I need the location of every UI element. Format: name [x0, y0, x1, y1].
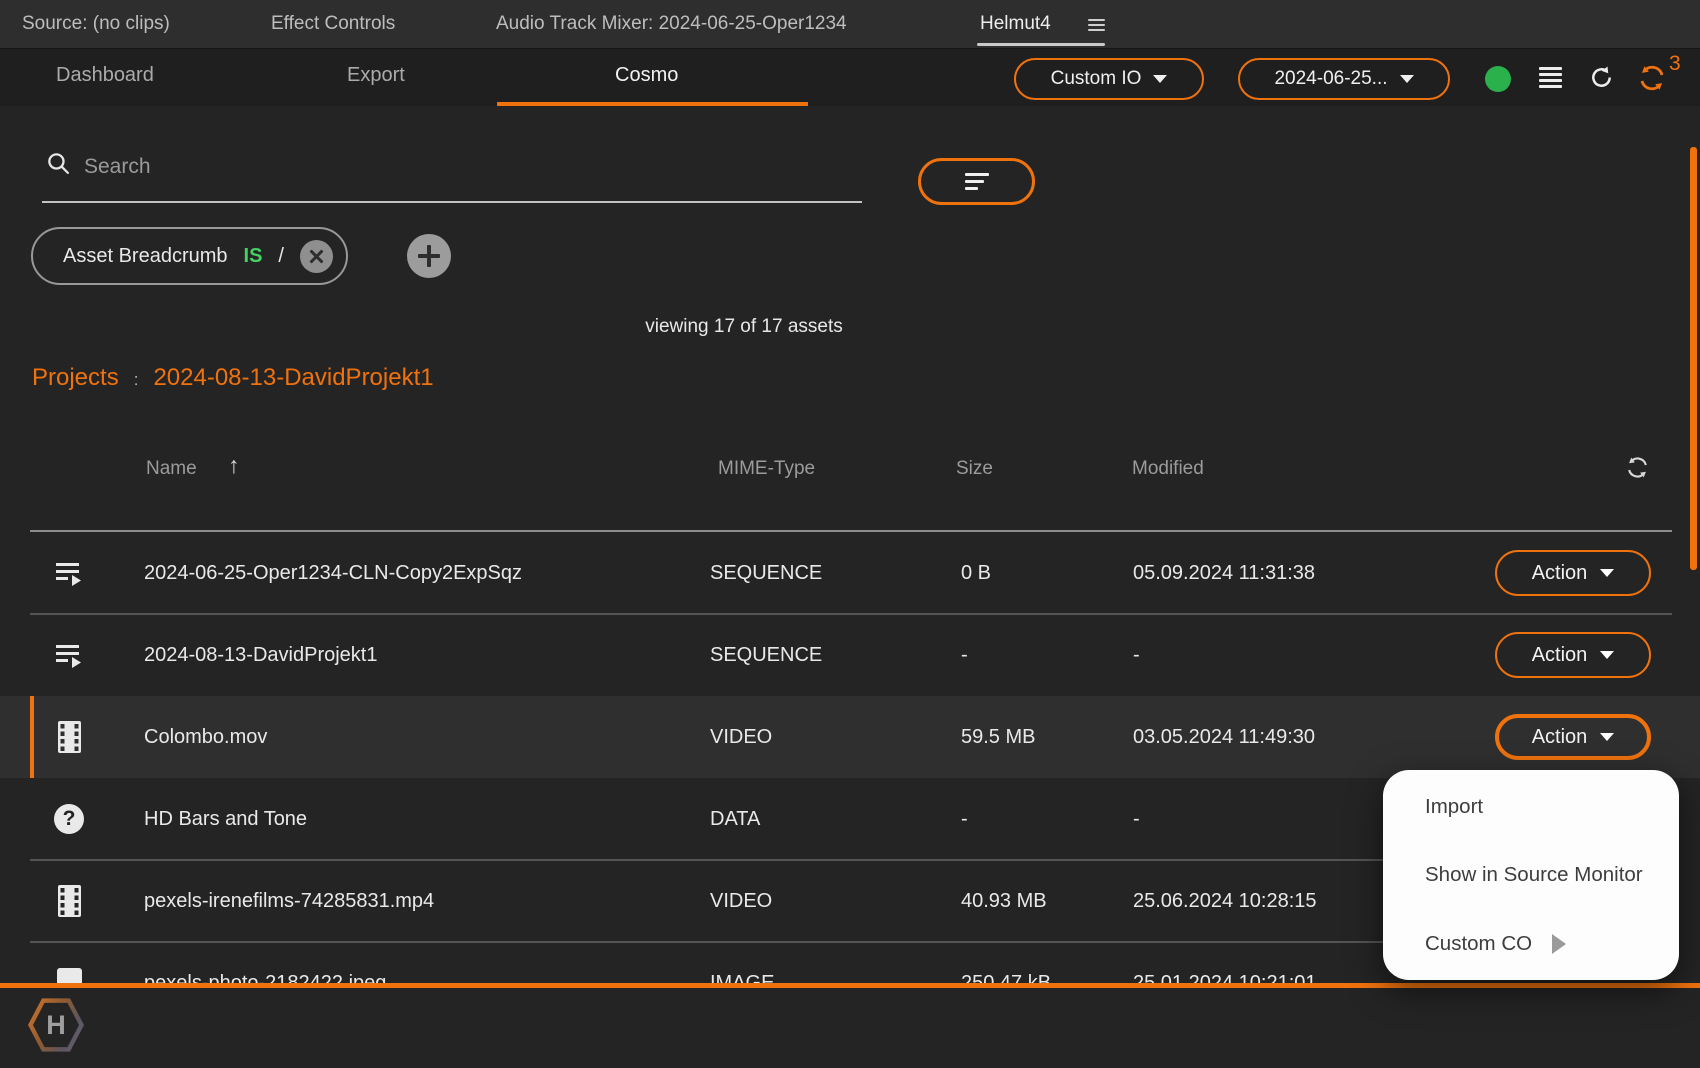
filmstrip-icon: [50, 696, 88, 778]
menu-icon[interactable]: [1539, 67, 1562, 91]
chevron-down-icon: [1600, 651, 1615, 659]
filmstrip-icon: [50, 860, 88, 942]
chip-operator-label: IS: [243, 244, 263, 267]
search-underline: [42, 201, 862, 203]
add-filter-button[interactable]: [407, 234, 451, 278]
unknown-type-icon: ?: [50, 778, 88, 860]
sequence-icon: [50, 532, 88, 614]
column-header-size[interactable]: Size: [956, 458, 993, 480]
action-dropdown-button[interactable]: Action: [1495, 632, 1651, 678]
action-dropdown-button-open[interactable]: Action: [1495, 714, 1651, 760]
menu-item-import[interactable]: Import: [1383, 775, 1679, 839]
asset-modified: 03.05.2024 11:49:30: [1133, 725, 1316, 748]
chip-remove-button[interactable]: [299, 239, 333, 273]
chip-field-label: Asset Breadcrumb: [63, 244, 228, 267]
table-row[interactable]: 2024-06-25-Oper1234-CLN-Copy2ExpSqz SEQU…: [0, 532, 1700, 614]
column-header-modified[interactable]: Modified: [1132, 458, 1204, 480]
menu-item-custom-co[interactable]: Custom CO: [1383, 912, 1679, 976]
action-label: Action: [1531, 643, 1588, 666]
menu-item-label: Custom CO: [1425, 931, 1533, 955]
breadcrumb-current-project[interactable]: 2024-08-13-DavidProjekt1: [153, 364, 433, 392]
custom-io-label: Custom IO: [1050, 68, 1142, 89]
sequence-icon: [50, 614, 88, 696]
asset-name: 2024-06-25-Oper1234-CLN-Copy2ExpSqz: [144, 561, 522, 584]
asset-modified: -: [1133, 643, 1140, 666]
search-icon: [48, 153, 70, 175]
asset-name: 2024-08-13-DavidProjekt1: [144, 643, 378, 666]
active-tab-underline: [497, 102, 808, 106]
tab-export[interactable]: Export: [347, 49, 405, 102]
chevron-down-icon: [1153, 75, 1168, 83]
chevron-down-icon: [1600, 733, 1615, 741]
asset-size: -: [961, 807, 968, 830]
asset-size: 250.47 kB: [961, 971, 1052, 984]
custom-io-dropdown[interactable]: Custom IO: [1014, 58, 1204, 100]
panel-menu-icon[interactable]: [1088, 19, 1105, 34]
sync-icon[interactable]: [1637, 63, 1667, 93]
asset-name: pexels-photo-2182422.jpeg: [144, 971, 387, 984]
filter-chip-asset-breadcrumb: Asset Breadcrumb IS /: [31, 227, 348, 285]
image-icon: [50, 942, 88, 983]
asset-modified: 25.01.2024 10:21:01: [1133, 971, 1317, 984]
panel-tab-source[interactable]: Source: (no clips): [22, 0, 170, 48]
helmut4-logo: H: [28, 998, 84, 1052]
asset-mime: SEQUENCE: [710, 561, 823, 584]
project-dropdown-label: 2024-06-25...: [1274, 68, 1388, 89]
asset-mime: VIDEO: [710, 725, 773, 748]
asset-modified: -: [1133, 807, 1140, 830]
asset-modified: 05.09.2024 11:31:38: [1133, 561, 1316, 584]
panel-tab-bar: [0, 0, 1700, 49]
project-dropdown[interactable]: 2024-06-25...: [1238, 58, 1450, 100]
filter-icon: [964, 173, 989, 190]
action-label: Action: [1531, 561, 1588, 584]
chevron-down-icon: [1399, 75, 1414, 83]
panel-tab-helmut4[interactable]: Helmut4: [980, 0, 1051, 48]
sync-count-badge: 3: [1669, 52, 1681, 75]
panel-bottom-accent-line: [0, 983, 1700, 988]
sort-ascending-icon: ↑: [228, 452, 240, 478]
breadcrumb-separator: :: [133, 370, 139, 389]
tab-cosmo[interactable]: Cosmo: [615, 49, 678, 102]
chip-value-label: /: [278, 244, 284, 267]
asset-modified: 25.06.2024 10:28:15: [1133, 889, 1317, 912]
asset-size: -: [961, 643, 968, 666]
connection-status-dot: [1485, 66, 1511, 92]
panel-tab-audio-track-mixer[interactable]: Audio Track Mixer: 2024-06-25-Oper1234: [496, 0, 847, 48]
asset-name: pexels-irenefilms-74285831.mp4: [144, 889, 435, 912]
action-dropdown-button[interactable]: Action: [1495, 550, 1651, 596]
asset-name: Colombo.mov: [144, 725, 268, 748]
asset-mime: IMAGE: [710, 971, 775, 984]
asset-size: 0 B: [961, 561, 992, 584]
filter-sort-button[interactable]: [918, 158, 1035, 205]
search-input[interactable]: [82, 146, 686, 188]
action-context-menu: Import Show in Source Monitor Custom CO: [1383, 770, 1679, 980]
tab-dashboard[interactable]: Dashboard: [56, 49, 154, 102]
logo-letter: H: [46, 1009, 66, 1040]
asset-size: 59.5 MB: [961, 725, 1036, 748]
breadcrumb: Projects : 2024-08-13-DavidProjekt1: [32, 364, 434, 392]
menu-item-label: Show in Source Monitor: [1425, 863, 1643, 886]
asset-mime: SEQUENCE: [710, 643, 823, 666]
submenu-arrow-icon: [1552, 933, 1567, 954]
breadcrumb-projects-link[interactable]: Projects: [32, 364, 119, 392]
table-row-selected[interactable]: Colombo.mov VIDEO 59.5 MB 03.05.2024 11:…: [0, 696, 1700, 778]
asset-mime: VIDEO: [710, 889, 773, 912]
active-panel-underline: [977, 43, 1105, 46]
vertical-scrollbar[interactable]: [1690, 147, 1697, 570]
panel-tab-effect-controls[interactable]: Effect Controls: [271, 0, 395, 48]
table-row[interactable]: 2024-08-13-DavidProjekt1 SEQUENCE - - Ac…: [0, 614, 1700, 696]
asset-mime: DATA: [710, 807, 761, 830]
table-refresh-icon[interactable]: [1625, 455, 1650, 480]
refresh-icon[interactable]: [1588, 64, 1615, 91]
asset-count-status: viewing 17 of 17 assets: [645, 316, 843, 337]
menu-item-label: Import: [1425, 794, 1484, 818]
column-header-mime-type[interactable]: MIME-Type: [718, 458, 815, 480]
asset-name: HD Bars and Tone: [144, 807, 308, 830]
helmut4-cosmo-panel: Source: (no clips) Effect Controls Audio…: [0, 0, 1700, 1068]
column-header-name[interactable]: Name: [146, 458, 197, 480]
chevron-down-icon: [1600, 569, 1615, 577]
asset-size: 40.93 MB: [961, 889, 1047, 912]
menu-item-show-in-source-monitor[interactable]: Show in Source Monitor: [1383, 843, 1679, 907]
action-label: Action: [1531, 725, 1588, 748]
